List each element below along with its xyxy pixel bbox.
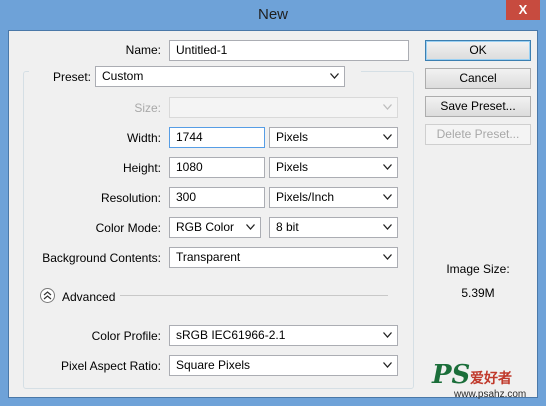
chevron-down-icon: [330, 73, 339, 79]
image-size-label: Image Size:: [446, 262, 510, 276]
chevron-up-double-icon: [43, 291, 52, 300]
watermark-url: www.psahz.com: [454, 389, 527, 400]
width-input[interactable]: 1744: [169, 127, 265, 148]
size-dropdown: [169, 97, 398, 118]
title-bar[interactable]: New X: [0, 0, 546, 30]
resolution-label: Resolution:: [100, 191, 161, 205]
cancel-button[interactable]: Cancel: [425, 68, 531, 89]
height-label: Height:: [122, 161, 161, 175]
background-contents-dropdown[interactable]: Transparent: [169, 247, 398, 268]
height-unit-value: Pixels: [276, 160, 309, 174]
watermark-ps-text: PS: [432, 360, 471, 390]
name-input[interactable]: Untitled-1: [169, 40, 409, 61]
width-unit-value: Pixels: [276, 130, 309, 144]
background-contents-label: Background Contents:: [42, 251, 161, 265]
chevron-down-icon: [383, 164, 392, 170]
resolution-input[interactable]: 300: [169, 187, 265, 208]
chevron-down-icon: [383, 104, 392, 110]
watermark-cn-text: 爱好者: [470, 370, 512, 386]
color-mode-label: Color Mode:: [95, 221, 161, 235]
pixel-aspect-ratio-label: Pixel Aspect Ratio:: [60, 359, 161, 373]
bit-depth-value: 8 bit: [276, 220, 299, 234]
preset-value: Custom: [102, 69, 144, 83]
height-input[interactable]: 1080: [169, 157, 265, 178]
bit-depth-dropdown[interactable]: 8 bit: [269, 217, 398, 238]
color-profile-dropdown[interactable]: sRGB IEC61966-2.1: [169, 325, 398, 346]
chevron-down-icon: [383, 332, 392, 338]
color-mode-value: RGB Color: [176, 220, 235, 234]
delete-preset-button: Delete Preset...: [425, 124, 531, 145]
chevron-down-icon: [383, 134, 392, 140]
height-unit-dropdown[interactable]: Pixels: [269, 157, 398, 178]
new-document-dialog: New X Name: Untitled-1 Preset: Custom Si…: [0, 0, 546, 406]
preset-label: Preset:: [52, 70, 91, 84]
width-label: Width:: [126, 131, 161, 145]
resolution-unit-dropdown[interactable]: Pixels/Inch: [269, 187, 398, 208]
width-unit-dropdown[interactable]: Pixels: [269, 127, 398, 148]
resolution-unit-value: Pixels/Inch: [276, 190, 335, 204]
dialog-body: Name: Untitled-1 Preset: Custom Size: Wi…: [8, 30, 538, 398]
save-preset-button[interactable]: Save Preset...: [425, 96, 531, 117]
advanced-divider: [120, 295, 388, 296]
preset-dropdown[interactable]: Custom: [95, 66, 345, 87]
chevron-down-icon: [383, 194, 392, 200]
image-size-value: 5.39M: [461, 286, 495, 300]
advanced-label: Advanced: [62, 290, 116, 304]
window-title: New: [257, 6, 288, 23]
advanced-toggle-button[interactable]: [40, 288, 55, 303]
name-label: Name:: [125, 43, 161, 57]
color-mode-dropdown[interactable]: RGB Color: [169, 217, 261, 238]
chevron-down-icon: [383, 224, 392, 230]
chevron-down-icon: [246, 224, 255, 230]
ok-button[interactable]: OK: [425, 40, 531, 61]
chevron-down-icon: [383, 362, 392, 368]
chevron-down-icon: [383, 254, 392, 260]
pixel-aspect-ratio-value: Square Pixels: [176, 358, 251, 372]
close-button[interactable]: X: [506, 0, 540, 20]
background-contents-value: Transparent: [176, 250, 241, 264]
color-profile-label: Color Profile:: [91, 329, 161, 343]
pixel-aspect-ratio-dropdown[interactable]: Square Pixels: [169, 355, 398, 376]
watermark-logo: PS 爱好者 www.psahz.com: [432, 360, 542, 402]
size-label: Size:: [134, 101, 161, 115]
color-profile-value: sRGB IEC61966-2.1: [176, 328, 286, 342]
